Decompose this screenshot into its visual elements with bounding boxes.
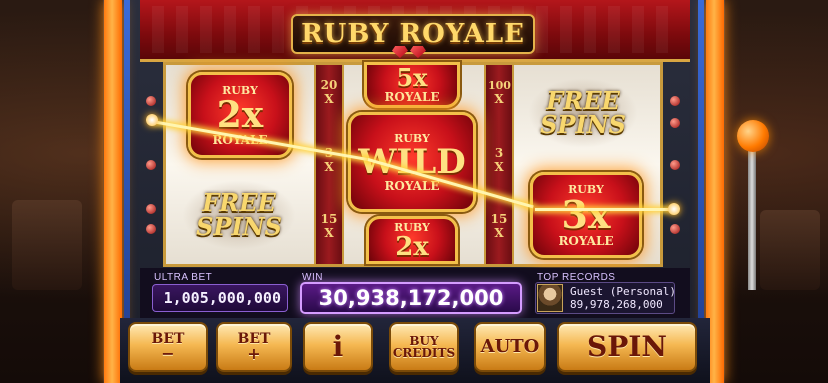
- bet-decrease-button[interactable]: BET −: [128, 322, 208, 372]
- button-label: CREDITS: [392, 346, 456, 360]
- game-title: RUBY ROYALE: [301, 19, 525, 49]
- payline-marker-right: [668, 203, 680, 215]
- symbol-line: SPINS: [196, 212, 282, 241]
- symbol-5x-multiplier: 5x ROYALE: [364, 62, 460, 108]
- symbol-bottom-text: ROYALE: [384, 178, 440, 193]
- info-button[interactable]: i: [303, 322, 373, 372]
- casino-stool: [760, 210, 820, 290]
- record-score: 89,978,268,000: [570, 298, 663, 311]
- symbol-line: SPINS: [540, 110, 626, 139]
- symbol-value: 2x: [395, 231, 429, 262]
- strip-value: 15: [320, 212, 338, 226]
- auto-spin-button[interactable]: AUTO: [474, 322, 546, 372]
- button-label: AUTO: [480, 336, 540, 357]
- line-indicator-bulb: [670, 96, 680, 106]
- info-icon: i: [332, 330, 344, 363]
- symbol-value: 3x: [561, 191, 611, 237]
- lever-rod[interactable]: [748, 150, 756, 290]
- bet-increase-button[interactable]: BET +: [216, 322, 292, 372]
- strip-value: 3: [494, 146, 504, 160]
- win-value-display: 30,938,172,000: [300, 282, 522, 314]
- buy-credits-button[interactable]: BUY CREDITS: [389, 322, 459, 372]
- avatar: [537, 284, 563, 312]
- button-label: SPIN: [587, 330, 667, 363]
- lever-handle[interactable]: [737, 120, 769, 152]
- symbol-2x-multiplier: RUBY 2x: [366, 216, 458, 264]
- line-indicator-bulb: [146, 204, 156, 214]
- casino-stool: [12, 200, 82, 290]
- line-indicator-bulb: [146, 224, 156, 234]
- symbol-bottom-text: ROYALE: [558, 233, 614, 248]
- strip-value: X: [494, 92, 504, 106]
- symbol-bottom-text: ROYALE: [384, 90, 440, 104]
- strip-value: 20: [320, 78, 338, 92]
- symbol-free-spins: FREE SPINS: [528, 78, 638, 148]
- line-indicator-bulb: [670, 118, 680, 128]
- bet-label: ULTRA BET: [154, 272, 213, 283]
- bet-value-display: 1,005,000,000: [152, 284, 288, 312]
- line-indicator-bulb: [146, 96, 156, 106]
- winning-payline: [535, 208, 675, 211]
- strip-value: X: [494, 226, 504, 240]
- strip-value: 15: [490, 212, 508, 226]
- payline-marker-left: [146, 114, 158, 126]
- line-indicator-bulb: [670, 224, 680, 234]
- strip-value: X: [494, 160, 504, 174]
- symbol-value: 5x: [396, 63, 428, 92]
- strip-value: X: [324, 160, 334, 174]
- strip-value: X: [324, 226, 334, 240]
- strip-value: 100: [488, 79, 511, 92]
- symbol-free-spins: FREE SPINS: [182, 180, 296, 250]
- line-indicator-bulb: [146, 160, 156, 170]
- button-symbol: −: [161, 344, 175, 363]
- symbol-3x-multiplier: RUBY 3x ROYALE: [530, 172, 642, 258]
- line-indicator-bulb: [670, 160, 680, 170]
- multiplier-strip-1: 20 X 3 X 15 X: [314, 65, 344, 264]
- symbol-wild: RUBY WILD ROYALE: [348, 112, 476, 212]
- spin-button[interactable]: SPIN: [557, 322, 697, 372]
- strip-value: X: [324, 92, 334, 106]
- symbol-value: 2x: [216, 93, 264, 136]
- record-player-name: Guest (Personal): [570, 285, 676, 298]
- button-symbol: +: [247, 344, 261, 363]
- multiplier-strip-2: 100 X 3 X 15 X: [484, 65, 514, 264]
